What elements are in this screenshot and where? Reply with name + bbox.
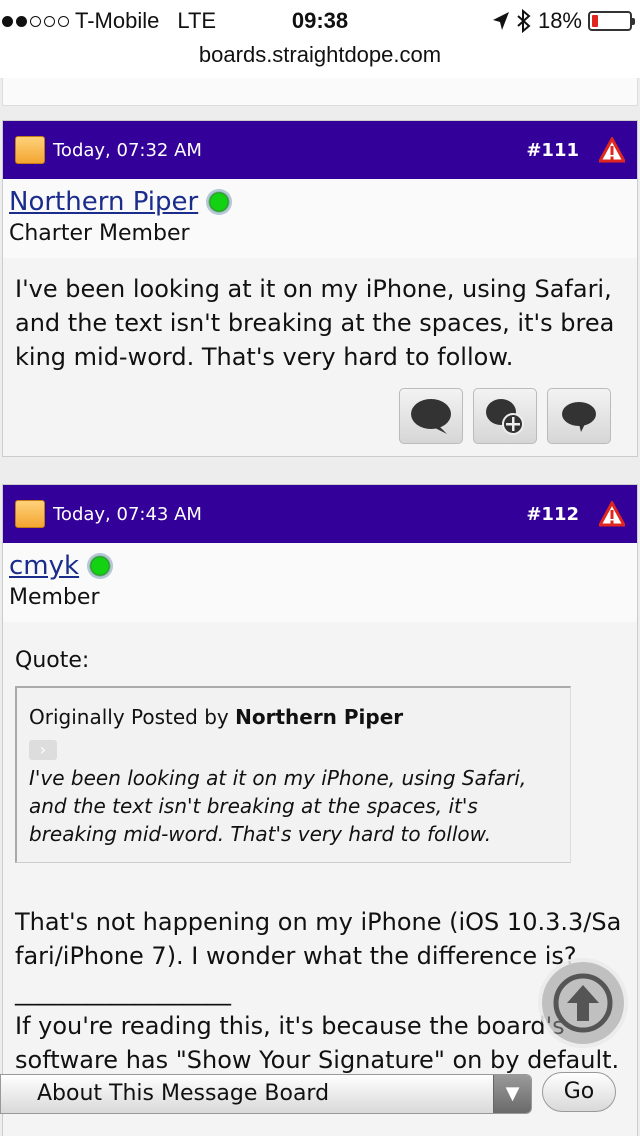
post-number[interactable]: #111 [526,140,579,161]
quote-label: Quote: [15,648,90,673]
chevron-down-icon: ▼ [493,1075,531,1113]
quote-attribution: Originally Posted by Northern Piper [29,700,558,734]
status-bar: T-Mobile LTE 09:38 18% [0,0,640,40]
previous-post-tail [2,78,638,106]
battery-percent: 18% [537,8,582,33]
scroll-to-top-button[interactable] [538,958,628,1048]
forum-jump-select[interactable]: About This Message Board ▼ [0,1074,532,1114]
warning-triangle-icon[interactable] [599,501,625,527]
post-folder-icon [15,500,45,528]
quote-box: Originally Posted by Northern Piper › I'… [15,686,571,863]
multi-quote-icon [486,399,524,435]
username-link[interactable]: Northern Piper [9,187,233,217]
post-body: I've been looking at it on my iPhone, us… [3,258,637,388]
online-status-icon [206,189,233,215]
post-date: Today, 07:43 AM [53,503,202,525]
quote-prefix: Originally Posted by [29,705,229,729]
signature-text: If you're reading this, it's because the… [15,1012,620,1074]
username-link[interactable]: cmyk [9,551,114,581]
username-text: Northern Piper [9,187,199,217]
user-info: Northern Piper Charter Member [3,179,637,258]
quick-reply-button[interactable] [547,388,611,444]
location-icon [492,12,509,30]
post: Today, 07:43 AM #112 cmyk Member Quote: … [2,484,638,1136]
post-date: Today, 07:32 AM [53,139,202,161]
forum-jump-value: About This Message Board [37,1081,330,1106]
online-status-icon [87,553,114,579]
url-bar[interactable]: boards.straightdope.com [0,40,640,78]
speech-bubble-icon [411,399,451,434]
go-button[interactable]: Go [542,1072,616,1112]
post-folder-icon [15,136,45,164]
url-text: boards.straightdope.com [198,42,442,67]
signature-divider: __________________ [15,978,231,1006]
reply-button[interactable] [399,388,463,444]
view-post-icon[interactable]: › [29,740,57,760]
bluetooth-icon [517,9,531,33]
thread-page: Today, 07:32 AM #111 Northern Piper Char… [0,78,640,1136]
quote-author: Northern Piper [235,705,404,729]
post-number[interactable]: #112 [526,504,579,525]
quick-reply-icon [562,402,596,432]
post-header: Today, 07:43 AM #112 [3,485,637,543]
multi-quote-button[interactable] [473,388,537,444]
user-title: Member [9,585,100,610]
status-right: 18% [492,8,635,34]
warning-triangle-icon[interactable] [599,137,625,163]
user-title: Charter Member [9,221,190,246]
user-info: cmyk Member [3,543,637,622]
battery-icon [588,11,635,31]
reply-text: That's not happening on my iPhone (iOS 1… [15,908,622,970]
post-header: Today, 07:32 AM #111 [3,121,637,179]
post: Today, 07:32 AM #111 Northern Piper Char… [2,120,638,457]
username-text: cmyk [9,551,80,581]
post-actions [3,388,637,456]
forum-jump-bar: About This Message Board ▼ Go [0,1072,640,1136]
quote-text: I've been looking at it on my iPhone, us… [29,766,527,846]
arrow-up-icon [553,973,613,1033]
